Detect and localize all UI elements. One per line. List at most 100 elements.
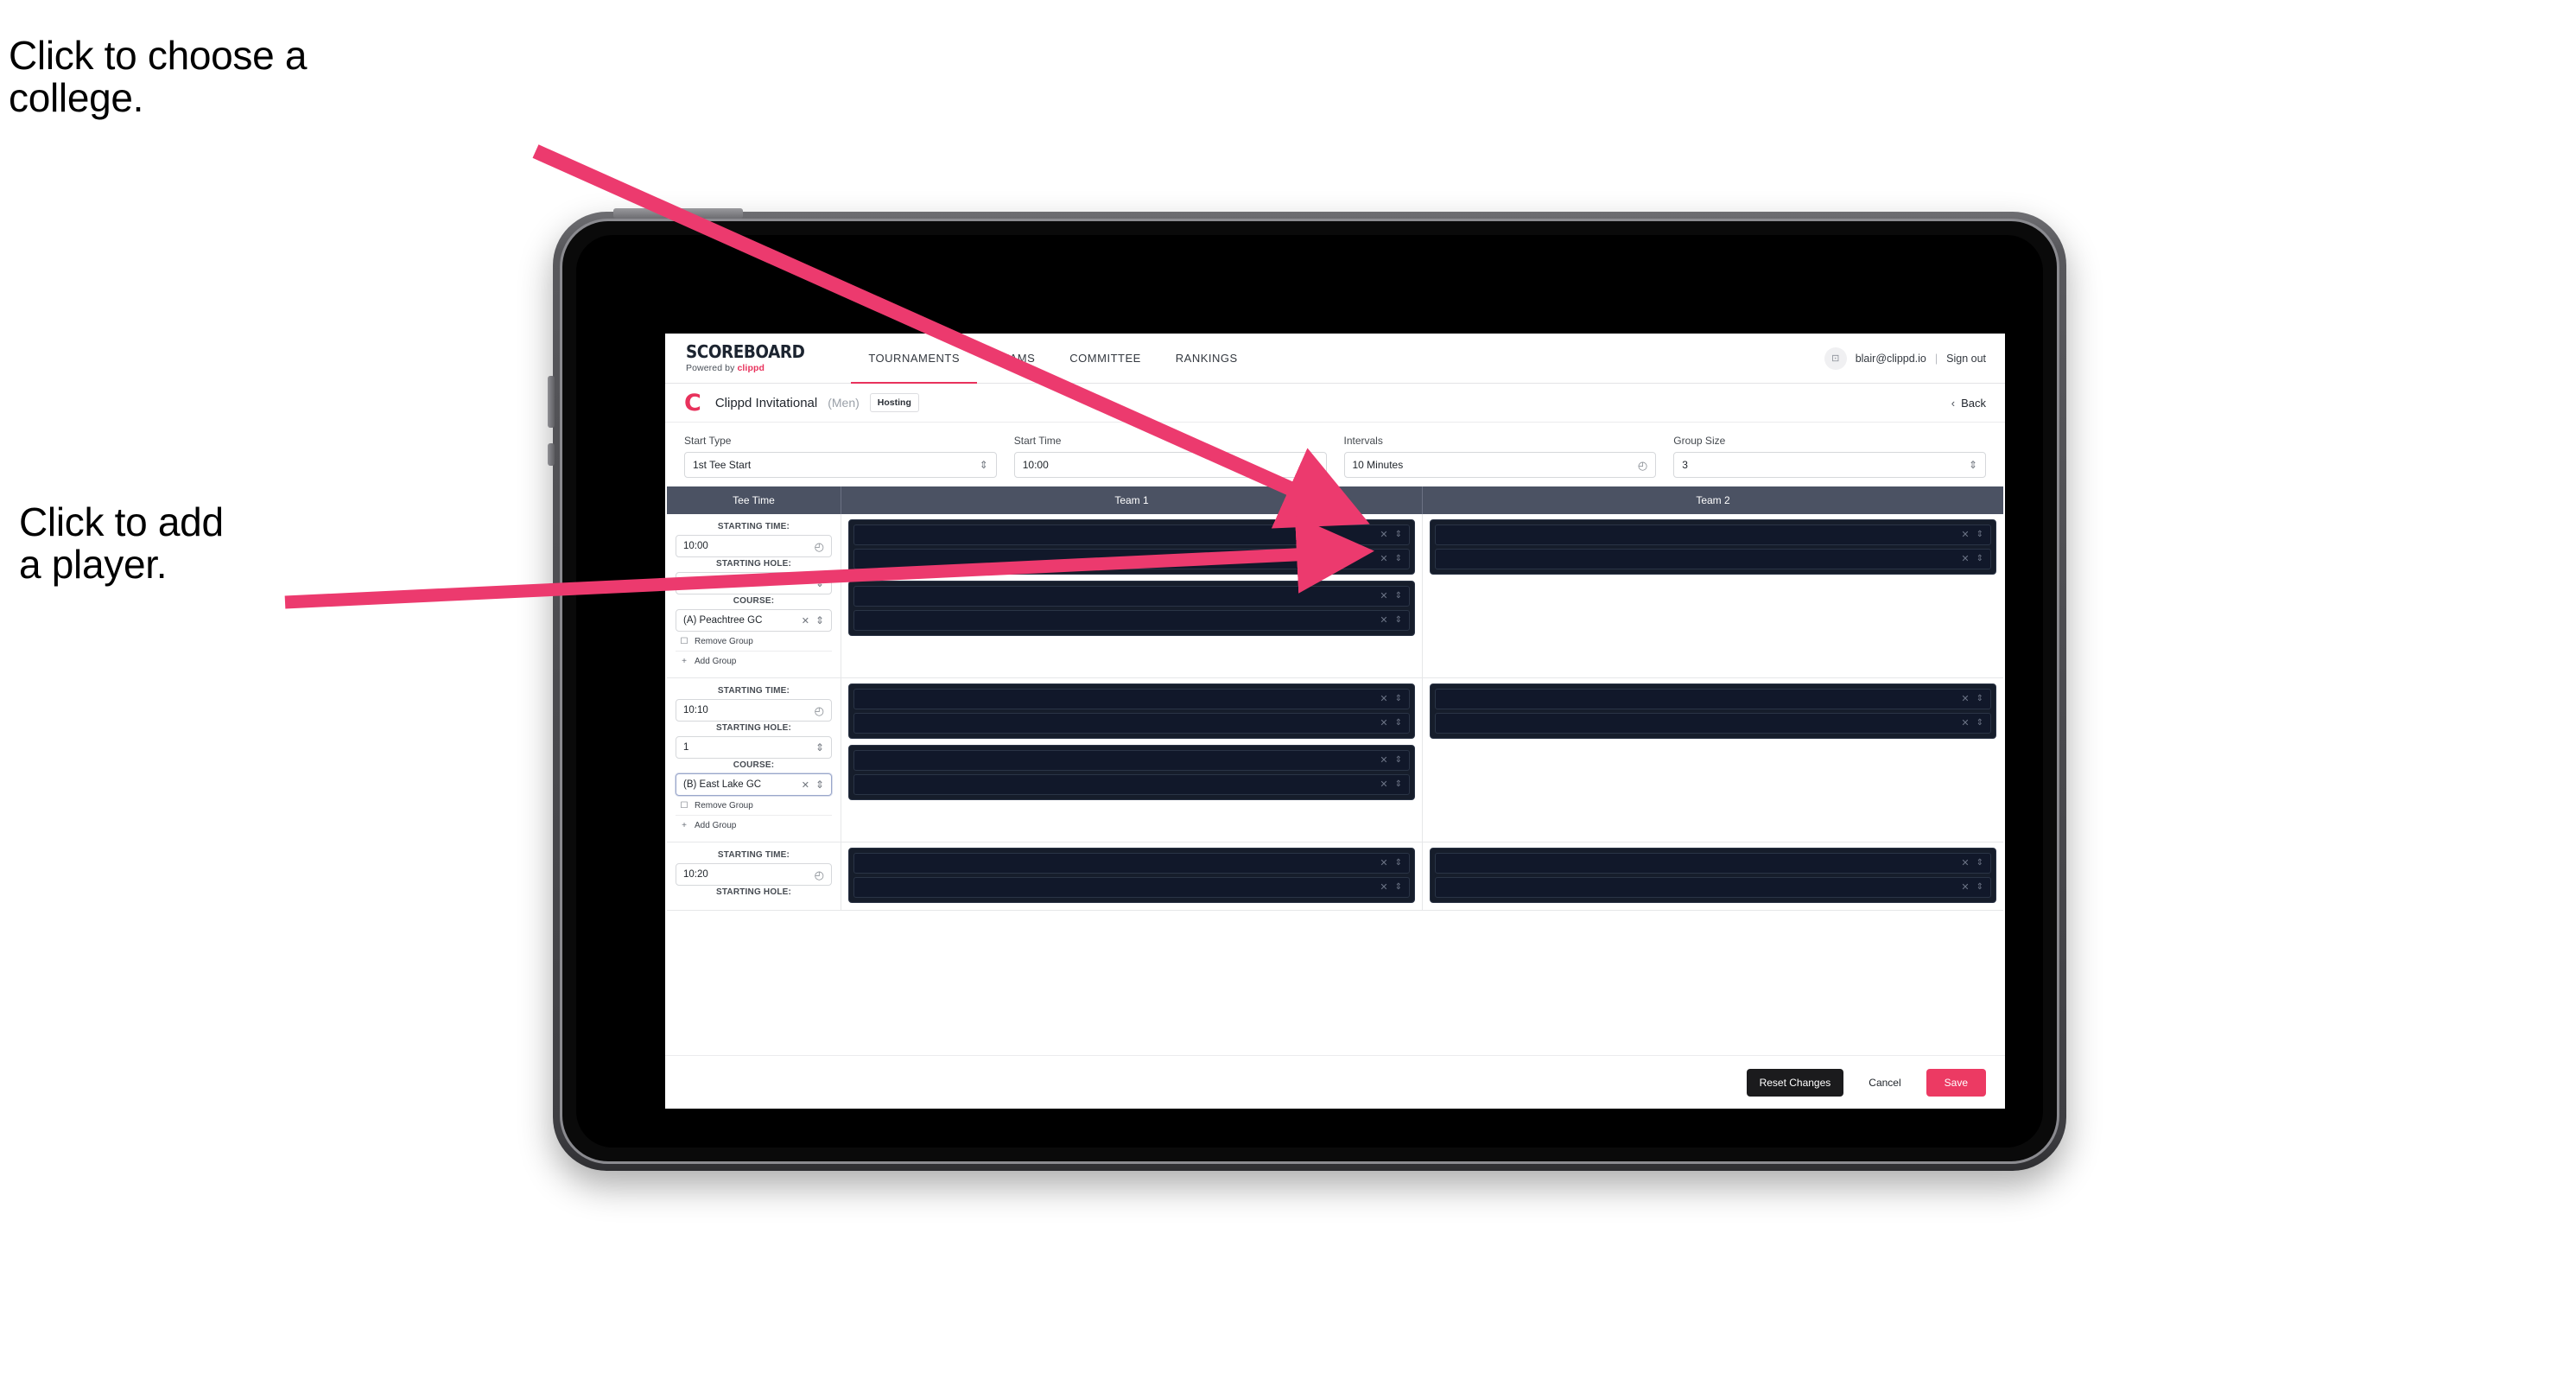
chevron-updown-icon[interactable]: ⇕ bbox=[1395, 592, 1402, 601]
chevron-updown-icon[interactable]: ⇕ bbox=[1395, 780, 1402, 789]
player-slot[interactable]: ✕ ⇕ bbox=[853, 525, 1410, 545]
player-slot[interactable]: ✕ ⇕ bbox=[853, 774, 1410, 795]
chevron-updown-icon[interactable]: ⇕ bbox=[1976, 883, 1983, 892]
tablet-device: SCOREBOARD Powered by clippd TOURNAMENTS… bbox=[548, 208, 2066, 1171]
player-slot[interactable]: ✕ ⇕ bbox=[1435, 853, 1991, 874]
cancel-button[interactable]: Cancel bbox=[1856, 1069, 1913, 1097]
clear-icon[interactable]: ✕ bbox=[1961, 694, 1969, 704]
chevron-updown-icon[interactable]: ⇕ bbox=[1976, 531, 1983, 539]
player-slot[interactable]: ✕ ⇕ bbox=[1435, 877, 1991, 898]
tab-teams[interactable]: TEAMS bbox=[977, 334, 1052, 383]
remove-group-button[interactable]: ☐ Remove Group bbox=[676, 632, 832, 652]
add-group-button[interactable]: + Add Group bbox=[676, 652, 832, 671]
avatar[interactable]: ⊡ bbox=[1824, 346, 1847, 370]
table-row: STARTING TIME: 10:20 ◴ STARTING HOLE: ✕ … bbox=[667, 842, 2003, 911]
clear-icon[interactable]: ✕ bbox=[1380, 530, 1387, 540]
user-email: blair@clippd.io bbox=[1855, 352, 1926, 365]
clear-icon[interactable]: ✕ bbox=[1380, 779, 1387, 790]
group-size-stepper[interactable]: 3 ⇕ bbox=[1673, 452, 1986, 478]
nav-right-cluster: ⊡ blair@clippd.io | Sign out bbox=[1824, 346, 2005, 370]
plus-icon: + bbox=[682, 657, 687, 666]
app-footer: Reset Changes Cancel Save bbox=[665, 1055, 2005, 1109]
chevron-updown-icon[interactable]: ⇕ bbox=[1395, 859, 1402, 868]
chevron-updown-icon[interactable]: ⇕ bbox=[1395, 695, 1402, 703]
clock-icon: ◴ bbox=[814, 539, 824, 553]
group-card: ✕ ⇕ ✕ ⇕ bbox=[848, 581, 1415, 636]
chevron-updown-icon[interactable]: ⇕ bbox=[1976, 719, 1983, 728]
clear-icon[interactable]: ✕ bbox=[1380, 615, 1387, 626]
start-time-input[interactable]: 10:00 ◴ bbox=[1013, 452, 1327, 478]
player-slot[interactable]: ✕ ⇕ bbox=[853, 549, 1410, 569]
starting-time-input[interactable]: 10:10 ◴ bbox=[676, 699, 832, 722]
save-button[interactable]: Save bbox=[1926, 1068, 1986, 1097]
clear-icon[interactable]: ✕ bbox=[1961, 530, 1969, 540]
chevron-updown-icon[interactable]: ⇕ bbox=[1395, 719, 1402, 728]
sign-out-link[interactable]: Sign out bbox=[1946, 353, 1986, 365]
starting-time-input[interactable]: 10:20 ◴ bbox=[676, 863, 832, 886]
player-slot[interactable]: ✕ ⇕ bbox=[1435, 549, 1991, 569]
clear-icon[interactable]: ✕ bbox=[1961, 858, 1969, 868]
intervals-input[interactable]: 10 Minutes ◴ bbox=[1343, 452, 1657, 478]
starting-hole-input[interactable]: 1 ⇕ bbox=[676, 572, 832, 594]
clear-icon[interactable]: ✕ bbox=[802, 615, 809, 626]
table-header-row: Tee Time Team 1 Team 2 bbox=[667, 486, 2003, 514]
clear-icon[interactable]: ✕ bbox=[1380, 882, 1387, 893]
course-select[interactable]: (B) East Lake GC ✕ ⇕ bbox=[676, 773, 832, 796]
scoreboard-app: SCOREBOARD Powered by clippd TOURNAMENTS… bbox=[665, 334, 2005, 1109]
clear-icon[interactable]: ✕ bbox=[1380, 718, 1387, 728]
add-group-button[interactable]: + Add Group bbox=[676, 816, 832, 835]
starting-time-input[interactable]: 10:00 ◴ bbox=[676, 535, 832, 557]
player-slot[interactable]: ✕ ⇕ bbox=[1435, 713, 1991, 734]
chevron-updown-icon: ⇕ bbox=[1968, 459, 1977, 471]
remove-group-button[interactable]: ☐ Remove Group bbox=[676, 796, 832, 816]
clear-icon[interactable]: ✕ bbox=[1961, 718, 1969, 728]
column-header-tee-time: Tee Time bbox=[667, 486, 841, 514]
course-select[interactable]: (A) Peachtree GC ✕ ⇕ bbox=[676, 609, 832, 632]
starting-time-label: STARTING TIME: bbox=[717, 686, 790, 696]
player-slot[interactable]: ✕ ⇕ bbox=[853, 853, 1410, 874]
clear-icon[interactable]: ✕ bbox=[802, 779, 809, 791]
chevron-updown-icon[interactable]: ⇕ bbox=[1976, 695, 1983, 703]
clear-icon[interactable]: ✕ bbox=[1380, 755, 1387, 766]
tablet-power-button bbox=[613, 208, 743, 219]
chevron-updown-icon[interactable]: ⇕ bbox=[1976, 859, 1983, 868]
starting-hole-input[interactable]: 1 ⇕ bbox=[676, 736, 832, 759]
annotation-choose-college: Click to choose a college. bbox=[9, 33, 308, 121]
chevron-updown-icon[interactable]: ⇕ bbox=[1395, 756, 1402, 765]
starting-time-label: STARTING TIME: bbox=[717, 850, 790, 860]
tee-time-cell: STARTING TIME: 10:00 ◴ STARTING HOLE: 1 … bbox=[667, 514, 841, 677]
player-slot[interactable]: ✕ ⇕ bbox=[853, 610, 1410, 631]
config-row: Start Type 1st Tee Start ⇕ Start Time 10… bbox=[665, 423, 2005, 486]
chevron-updown-icon[interactable]: ⇕ bbox=[1395, 555, 1402, 563]
tab-committee[interactable]: COMMITTEE bbox=[1052, 334, 1158, 383]
clear-icon[interactable]: ✕ bbox=[1380, 591, 1387, 601]
start-type-select[interactable]: 1st Tee Start ⇕ bbox=[684, 452, 997, 478]
chevron-updown-icon[interactable]: ⇕ bbox=[1395, 616, 1402, 625]
intervals-value: 10 Minutes bbox=[1352, 459, 1404, 471]
clear-icon[interactable]: ✕ bbox=[1961, 882, 1969, 893]
player-slot[interactable]: ✕ ⇕ bbox=[853, 586, 1410, 607]
back-button[interactable]: ‹ Back bbox=[1951, 397, 1986, 410]
chevron-updown-icon[interactable]: ⇕ bbox=[1976, 555, 1983, 563]
tab-tournaments[interactable]: TOURNAMENTS bbox=[851, 334, 977, 384]
trash-icon: ☐ bbox=[680, 801, 688, 811]
player-slot[interactable]: ✕ ⇕ bbox=[853, 713, 1410, 734]
clear-icon[interactable]: ✕ bbox=[1380, 554, 1387, 564]
column-header-team-2: Team 2 bbox=[1696, 494, 1730, 506]
reset-changes-button[interactable]: Reset Changes bbox=[1746, 1068, 1844, 1097]
tab-rankings[interactable]: RANKINGS bbox=[1158, 334, 1255, 383]
chevron-updown-icon[interactable]: ⇕ bbox=[1395, 883, 1402, 892]
player-slot[interactable]: ✕ ⇕ bbox=[1435, 689, 1991, 709]
clear-icon[interactable]: ✕ bbox=[1961, 554, 1969, 564]
plus-icon: + bbox=[682, 821, 687, 830]
player-slot[interactable]: ✕ ⇕ bbox=[853, 689, 1410, 709]
brand-sub-name: clippd bbox=[737, 363, 765, 373]
player-slot[interactable]: ✕ ⇕ bbox=[1435, 525, 1991, 545]
clear-icon[interactable]: ✕ bbox=[1380, 694, 1387, 704]
clear-icon[interactable]: ✕ bbox=[1380, 858, 1387, 868]
player-slot[interactable]: ✕ ⇕ bbox=[853, 877, 1410, 898]
player-slot[interactable]: ✕ ⇕ bbox=[853, 750, 1410, 771]
chevron-updown-icon: ⇕ bbox=[979, 459, 988, 471]
brand-logo[interactable]: SCOREBOARD Powered by clippd bbox=[686, 343, 815, 373]
chevron-updown-icon[interactable]: ⇕ bbox=[1395, 531, 1402, 539]
